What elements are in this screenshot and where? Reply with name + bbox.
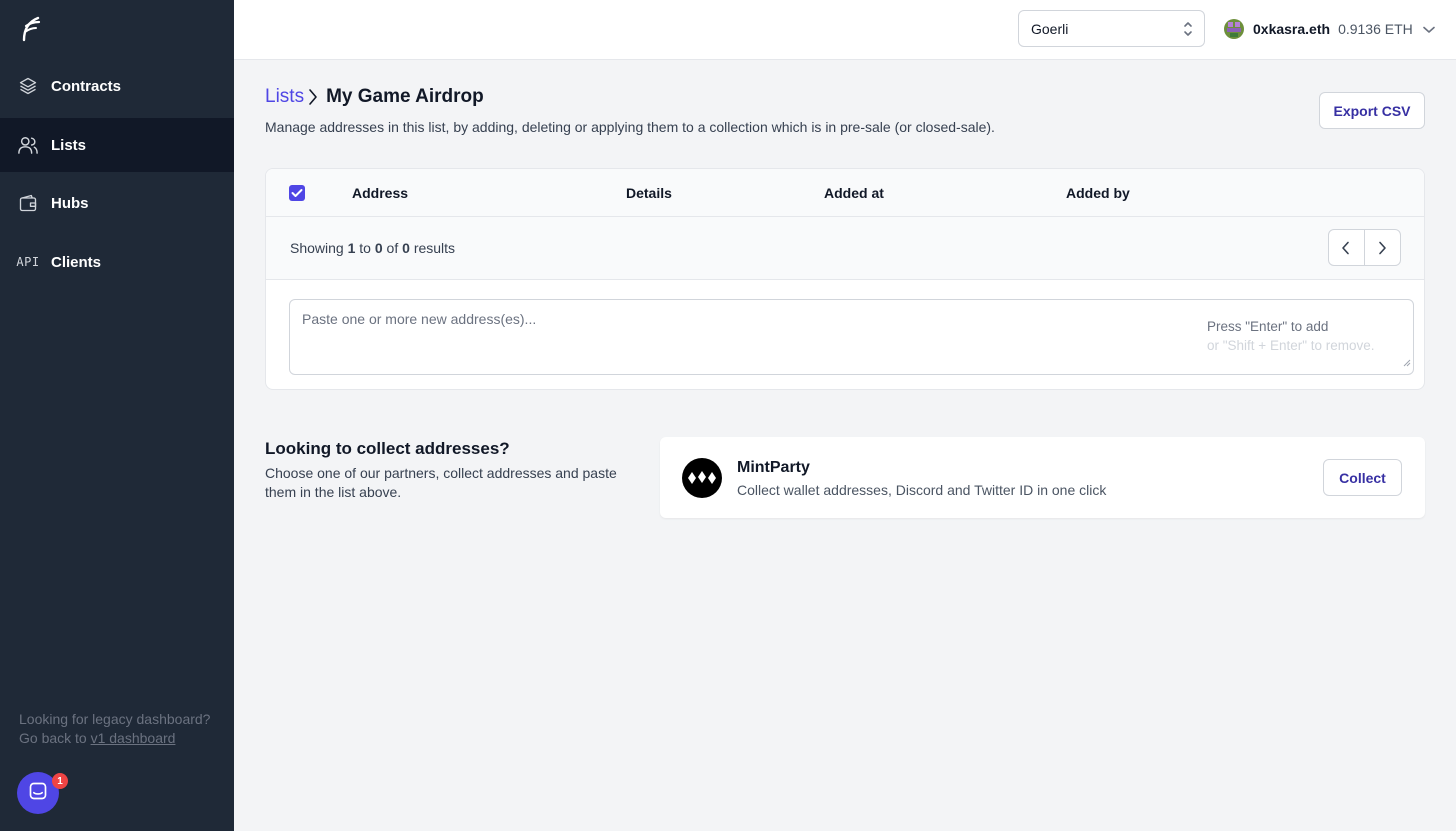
results-of-word: of [386,240,399,256]
avatar [1224,19,1244,39]
page-subtitle: Manage addresses in this list, by adding… [265,119,995,135]
select-all-checkbox[interactable] [289,185,305,201]
account-balance: 0.9136 ETH [1338,21,1413,37]
account-menu[interactable]: 0xkasra.eth 0.9136 ETH [1224,17,1435,41]
chevron-right-icon [1379,241,1387,254]
wallet-icon [17,192,39,214]
addresses-table-card: Address Details Added at Added by Showin… [265,168,1425,390]
legacy-dashboard-note: Looking for legacy dashboard? Go back to… [19,710,210,748]
results-total: 0 [402,240,410,256]
chat-icon [28,781,48,806]
flair-logo-icon[interactable] [20,14,44,42]
users-icon [17,134,39,156]
column-header-added-at: Added at [824,185,884,201]
results-to: 0 [374,240,383,256]
sidebar-item-clients[interactable]: API Clients [0,235,234,289]
sidebar-item-label: Clients [51,253,102,271]
stack-icon [17,75,39,97]
enter-to-add-hint: Press "Enter" to add [1207,319,1329,334]
collect-button[interactable]: Collect [1323,459,1402,496]
column-header-address: Address [352,185,409,201]
partner-name: MintParty [737,459,810,476]
pagination-row: Showing 1 to 0 of 0 results [266,217,1424,280]
v1-dashboard-link[interactable]: v1 dashboard [91,730,176,746]
network-value: Goerli [1031,20,1069,37]
partner-description: Collect wallet addresses, Discord and Tw… [737,482,1107,498]
sidebar-item-contracts[interactable]: Contracts [0,59,234,113]
account-name: 0xkasra.eth [1253,21,1331,37]
results-to-word: to [359,240,371,256]
breadcrumb-lists-link[interactable]: Lists [265,86,304,108]
legacy-text: Looking for legacy dashboard? [19,711,211,727]
chevron-down-icon [1422,21,1435,37]
sidebar-item-label: Hubs [51,194,89,212]
shift-enter-remove-hint: or "Shift + Enter" to remove. [1207,338,1375,353]
api-glyph: API [16,255,40,269]
topbar: Goerli 0xkasra.eth 0.9136 ETH [234,0,1456,60]
column-header-added-by: Added by [1066,185,1130,201]
breadcrumb: Lists My Game Airdrop [265,85,484,109]
sidebar-item-hubs[interactable]: Hubs [0,176,234,230]
collect-section-description: Choose one of our partners, collect addr… [265,465,617,500]
results-from: 1 [347,240,356,256]
legacy-line: Go back to v1 dashboard [19,729,210,748]
sidebar: Contracts Lists Hubs API Clients Looking… [0,0,234,831]
next-page-button[interactable] [1365,230,1401,265]
collect-section-title: Looking to collect addresses? [265,439,510,458]
results-suffix: results [413,240,456,256]
results-prefix: Showing [290,240,344,256]
results-summary: Showing 1 to 0 of 0 results [290,240,455,256]
sidebar-item-lists[interactable]: Lists [0,118,234,172]
legacy-prefix: Go back to [19,730,87,746]
table-header: Address Details Added at Added by [266,169,1424,217]
mintparty-logo-icon [682,458,722,498]
add-addresses-placeholder: Paste one or more new address(es)... [302,311,537,327]
api-icon: API [16,251,40,273]
chevron-left-icon [1342,241,1350,254]
chevron-up-down-icon [1182,20,1194,41]
page-title: My Game Airdrop [326,86,484,107]
chat-notification-badge: 1 [52,773,68,789]
add-addresses-textarea[interactable]: Paste one or more new address(es)... Pre… [289,299,1414,375]
checkmark-icon [291,189,303,197]
export-csv-button[interactable]: Export CSV [1319,92,1425,129]
partner-card-mintparty: MintParty Collect wallet addresses, Disc… [660,437,1425,518]
network-select[interactable]: Goerli [1018,10,1205,47]
pagination-controls [1328,229,1401,266]
resize-handle-icon[interactable] [1403,354,1411,372]
previous-page-button[interactable] [1329,230,1365,265]
chevron-right-icon [308,88,318,106]
sidebar-item-label: Contracts [51,77,122,95]
sidebar-item-label: Lists [51,136,87,154]
column-header-details: Details [626,185,672,201]
